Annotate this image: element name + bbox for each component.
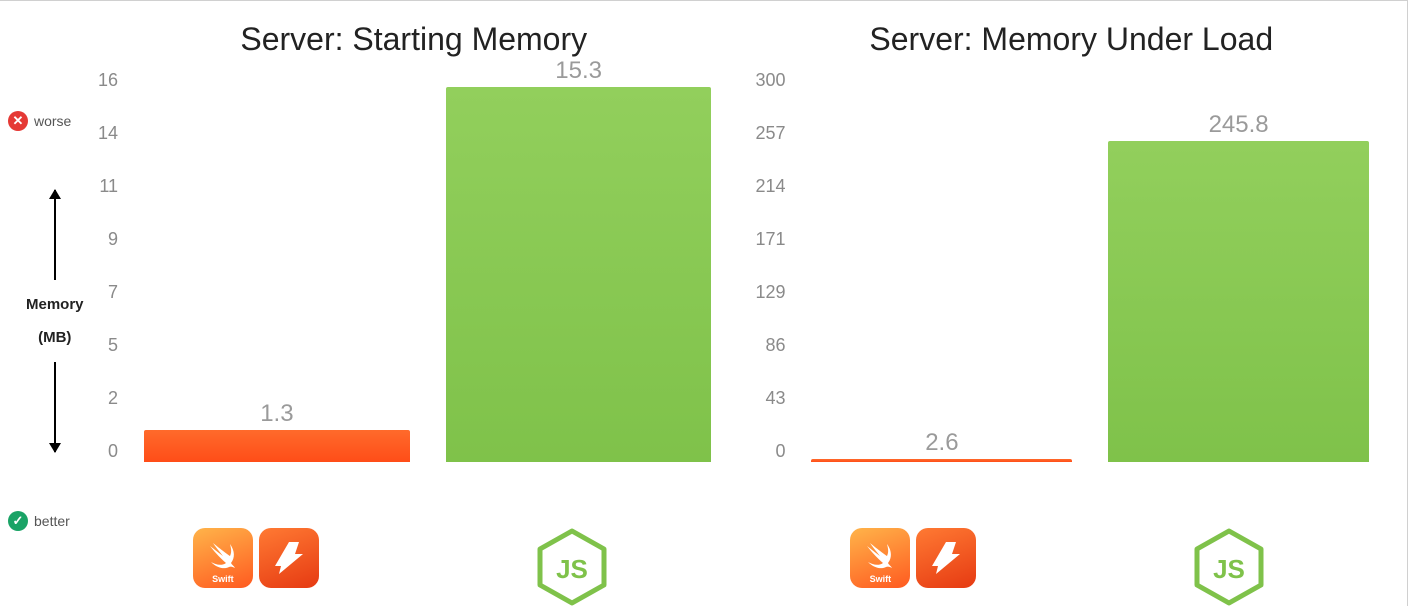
chart-memory-under-load: Server: Memory Under Load 300 257 214 17… [750,1,1408,606]
charts-container: Server: Starting Memory 16 14 11 9 7 5 2… [92,1,1407,606]
bar-node: 245.8 [1108,141,1369,462]
kitura-icon [259,528,319,588]
arrow-up-icon [54,190,56,280]
bar-swift: 1.3 [144,430,410,462]
y-tick: 171 [756,229,786,250]
y-tick: 14 [98,123,118,144]
nodejs-text: JS [556,554,588,584]
y-tick: 300 [756,70,786,91]
y-tick: 129 [756,282,786,303]
node-icon-wrap: JS [433,528,711,606]
y-tick: 7 [108,282,118,303]
y-axis-ticks: 16 14 11 9 7 5 2 0 [98,70,126,462]
bar-node: 15.3 [446,87,712,462]
y-axis-legend: ✕ worse Memory (MB) ✓ better [8,111,92,531]
plot-area: 2.6 245.8 [794,70,1387,462]
nodejs-icon: JS [1194,528,1264,606]
chart-title: Server: Memory Under Load [756,21,1388,58]
axis-direction: Memory (MB) [26,190,84,452]
x-axis-icons: Swift JS [98,514,730,606]
nodejs-icon: JS [537,528,607,606]
y-tick: 86 [766,335,786,356]
y-tick: 43 [766,388,786,409]
y-tick: 257 [756,123,786,144]
x-axis-icons: Swift JS [756,514,1388,606]
arrow-down-icon [54,362,56,452]
legend-worse: ✕ worse [8,111,71,131]
y-tick: 0 [108,441,118,462]
bar-node-rect: 15.3 [446,87,712,462]
swift-icon: Swift [850,528,910,588]
swift-kitura-icons: Swift [117,528,395,588]
kitura-icon [916,528,976,588]
bar-node-value: 15.3 [555,57,602,85]
bar-swift: 2.6 [811,459,1072,462]
nodejs-text: JS [1213,554,1245,584]
node-icon-wrap: JS [1090,528,1368,606]
bar-node-value: 245.8 [1209,111,1269,139]
y-axis-ticks: 300 257 214 171 129 86 43 0 [756,70,794,462]
bar-swift-rect: 2.6 [811,459,1072,462]
y-tick: 2 [108,388,118,409]
bar-swift-value: 2.6 [925,429,958,457]
y-tick: 16 [98,70,118,91]
better-icon: ✓ [8,511,28,531]
swift-icon: Swift [193,528,253,588]
bar-swift-rect: 1.3 [144,430,410,462]
legend-better: ✓ better [8,511,70,531]
chart-starting-memory: Server: Starting Memory 16 14 11 9 7 5 2… [92,1,750,606]
swift-sublabel: Swift [870,574,892,584]
worse-icon: ✕ [8,111,28,131]
swift-sublabel: Swift [212,574,234,584]
y-axis-label-2: (MB) [38,329,71,346]
chart-title: Server: Starting Memory [98,21,730,58]
y-tick: 11 [99,176,118,197]
swift-kitura-icons: Swift [774,528,1052,588]
bar-node-rect: 245.8 [1108,141,1369,462]
y-tick: 214 [756,176,786,197]
bar-swift-value: 1.3 [260,400,293,428]
legend-worse-label: worse [34,113,71,129]
y-tick: 0 [776,441,786,462]
legend-better-label: better [34,513,70,529]
y-tick: 9 [108,229,118,250]
plot-area: 1.3 15.3 [126,70,729,462]
y-tick: 5 [108,335,118,356]
y-axis-label-1: Memory [26,296,84,313]
